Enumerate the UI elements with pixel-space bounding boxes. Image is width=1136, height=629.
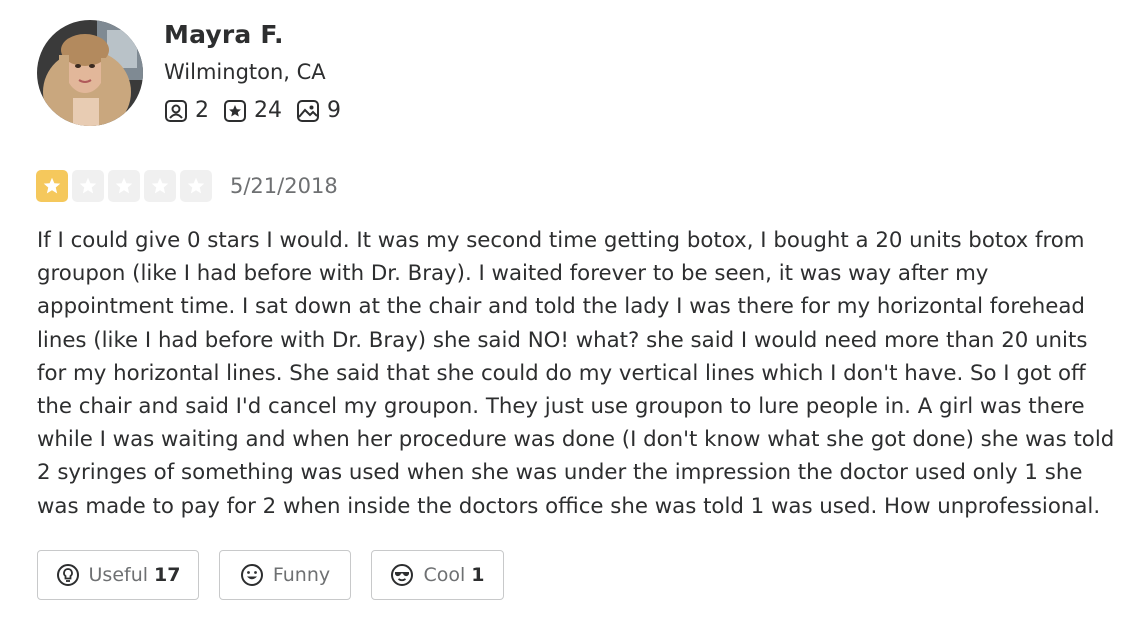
user-location: Wilmington, CA — [164, 60, 326, 84]
star-empty — [72, 170, 104, 202]
funny-button[interactable]: Funny — [219, 550, 351, 600]
review-text: If I could give 0 stars I would. It was … — [37, 224, 1132, 523]
funny-label: Funny — [272, 564, 331, 586]
friends-count: 2 — [195, 98, 209, 123]
star-icon — [43, 177, 61, 194]
useful-count: 17 — [154, 564, 181, 586]
photo-icon — [297, 99, 319, 122]
cool-label: Cool — [423, 564, 466, 586]
rating-row: 5/21/2018 — [36, 170, 338, 202]
star-empty — [144, 170, 176, 202]
star-empty — [180, 170, 212, 202]
review-text-line: 2 syringes of something was used when sh… — [37, 460, 1083, 486]
sunglasses-icon — [391, 564, 414, 586]
photos-stat: 9 — [296, 98, 341, 123]
star-icon — [79, 177, 97, 194]
star-icon — [224, 99, 246, 122]
useful-button[interactable]: Useful 17 — [37, 550, 199, 600]
review-text-line: the chair and said I'd cancel my groupon… — [37, 394, 1085, 420]
smiley-icon — [240, 564, 263, 586]
friends-icon — [165, 99, 187, 122]
review-text-line: If I could give 0 stars I would. It was … — [37, 228, 1085, 253]
star-icon — [115, 177, 133, 194]
review-text-line: appointment time. I sat down at the chai… — [37, 294, 1085, 320]
star-empty — [108, 170, 140, 202]
review-text-line: for my horizontal lines. She said that s… — [37, 360, 1086, 386]
review-date: 5/21/2018 — [230, 174, 338, 198]
review-text-line: lines (like I had before with Dr. Bray) … — [37, 327, 1088, 353]
reviews-count: 24 — [254, 98, 282, 123]
lightbulb-icon — [56, 564, 79, 586]
star-icon — [187, 177, 205, 194]
star-rating — [36, 170, 216, 202]
star-icon — [151, 177, 169, 194]
review-text-line: while I was waiting and when her procedu… — [37, 427, 1115, 453]
friends-stat: 2 — [164, 98, 209, 123]
star-filled — [36, 170, 68, 202]
photos-count: 9 — [327, 98, 341, 123]
review-actions: Useful 17 Funny Cool 1 — [37, 550, 524, 600]
review-text-line: groupon (like I had before with Dr. Bray… — [37, 261, 989, 287]
reviews-stat: 24 — [223, 98, 282, 123]
avatar-photo — [37, 20, 143, 126]
avatar[interactable] — [37, 20, 143, 126]
user-name[interactable]: Mayra F. — [164, 20, 284, 49]
useful-label: Useful — [88, 564, 149, 586]
cool-count: 1 — [471, 564, 485, 586]
review-card: Mayra F. Wilmington, CA 2 24 9 5/21/2018… — [0, 0, 1136, 629]
review-text-line: was made to pay for 2 when inside the do… — [37, 493, 1101, 519]
cool-button[interactable]: Cool 1 — [371, 550, 504, 600]
user-stats: 2 24 9 — [164, 98, 355, 123]
